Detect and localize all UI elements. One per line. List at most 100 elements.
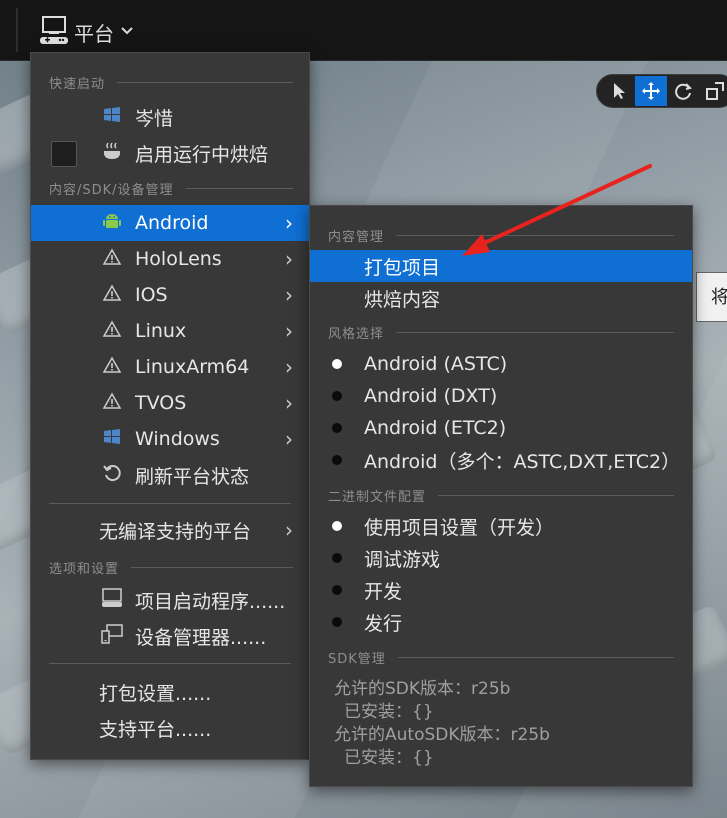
menu-item-hololens[interactable]: HoloLens › <box>31 241 309 277</box>
section-quick-launch: 快速启动 <box>49 73 293 92</box>
menu-item-label: LinuxArm64 <box>135 356 250 378</box>
rotate-icon[interactable] <box>667 76 699 106</box>
submenu-item-flavor-astc[interactable]: Android (ASTC) <box>310 348 692 380</box>
submenu-item-flavor-dxt[interactable]: Android (DXT) <box>310 380 692 412</box>
menu-item-label: TVOS <box>135 392 187 414</box>
cook-on-fly-checkbox[interactable] <box>51 141 77 167</box>
radio-unselected-icon <box>332 423 342 433</box>
menu-item-no-compile-platforms[interactable]: 无编译支持的平台 › <box>31 512 309 548</box>
submenu-item-config-shipping[interactable]: 发行 <box>310 606 692 638</box>
submenu-item-label: 打包项目 <box>364 256 441 279</box>
warning-icon <box>101 391 123 415</box>
section-options: 选项和设置 <box>49 558 293 577</box>
windows-icon <box>101 427 123 452</box>
menu-divider <box>49 503 291 504</box>
side-panel-label: 将 <box>711 287 727 308</box>
menu-item-windows[interactable]: Windows › <box>31 421 309 457</box>
radio-unselected-icon <box>332 391 342 401</box>
chevron-right-icon: › <box>285 319 293 343</box>
refresh-icon <box>101 463 123 488</box>
submenu-item-label: Android (DXT) <box>364 385 498 407</box>
allowed-sdk-text: 允许的SDK版本：r25b <box>334 679 511 699</box>
warning-icon <box>101 247 123 271</box>
chevron-right-icon: › <box>285 391 293 415</box>
steam-cup-icon <box>101 141 123 166</box>
menu-item-android[interactable]: Android › <box>31 205 309 241</box>
submenu-item-label: Android (ETC2) <box>364 417 507 439</box>
section-flavor: 风格选择 <box>328 323 674 342</box>
move-icon[interactable] <box>635 76 667 106</box>
menu-item-label: 设备管理器...... <box>135 626 267 649</box>
menu-item-label: 打包设置...... <box>99 682 212 705</box>
transform-toolbar <box>596 74 727 108</box>
submenu-item-label: 使用项目设置（开发） <box>364 516 555 539</box>
android-icon <box>101 211 123 236</box>
section-label: 内容管理 <box>328 230 385 245</box>
chevron-right-icon: › <box>285 355 293 379</box>
side-panel-button[interactable]: 将 <box>696 272 727 322</box>
radio-unselected-icon <box>332 553 342 563</box>
submenu-item-label: 调试游戏 <box>364 548 441 571</box>
section-label: 二进制文件配置 <box>328 490 427 505</box>
submenu-item-config-project[interactable]: 使用项目设置（开发） <box>310 510 692 542</box>
toolbar-separator <box>16 8 18 52</box>
radio-unselected-icon <box>332 585 342 595</box>
submenu-item-label: 烘焙内容 <box>364 288 441 311</box>
submenu-item-config-debug-game[interactable]: 调试游戏 <box>310 542 692 574</box>
menu-item-label: Linux <box>135 320 187 342</box>
menu-item-ios[interactable]: IOS › <box>31 277 309 313</box>
platforms-menu: 快速启动 岑惜 启用运行中烘焙 内容/SDK/设备管理 Android › Ho… <box>30 52 310 760</box>
section-sdk-management: SDK管理 <box>328 648 674 667</box>
windows-icon <box>101 105 123 130</box>
radio-selected-icon <box>332 359 342 369</box>
section-content-sdk: 内容/SDK/设备管理 <box>49 179 293 198</box>
gamepad-monitor-icon <box>40 15 68 50</box>
chevron-right-icon: › <box>285 427 293 451</box>
section-label: SDK管理 <box>328 652 386 667</box>
warning-icon <box>101 319 123 343</box>
radio-unselected-icon <box>332 617 342 627</box>
menu-item-linuxarm64[interactable]: LinuxArm64 › <box>31 349 309 385</box>
submenu-item-cook-content[interactable]: 烘焙内容 <box>310 282 692 314</box>
menu-item-label: 支持平台...... <box>99 718 212 741</box>
menu-item-tvos[interactable]: TVOS › <box>31 385 309 421</box>
section-label: 快速启动 <box>49 77 106 92</box>
submenu-item-label: Android（多个：ASTC,DXT,ETC2） <box>364 450 681 473</box>
allowed-autosdk-text: 允许的AutoSDK版本：r25b <box>334 725 550 745</box>
chevron-right-icon: › <box>285 211 293 235</box>
submenu-item-flavor-multi[interactable]: Android（多个：ASTC,DXT,ETC2） <box>310 444 692 476</box>
menu-item-label: 项目启动程序...... <box>135 590 286 613</box>
launcher-icon <box>101 587 123 613</box>
menu-item-packaging-settings[interactable]: 打包设置...... <box>31 674 309 710</box>
section-binary-config: 二进制文件配置 <box>328 486 674 505</box>
section-content-management: 内容管理 <box>328 226 674 245</box>
menu-divider <box>49 663 291 664</box>
menu-item-linux[interactable]: Linux › <box>31 313 309 349</box>
android-submenu: 内容管理 打包项目 烘焙内容 风格选择 Android (ASTC) Andro… <box>309 205 693 787</box>
menu-item-label: IOS <box>135 284 168 306</box>
menu-item-label: HoloLens <box>135 248 222 270</box>
menu-item-supported-platforms[interactable]: 支持平台...... <box>31 710 309 746</box>
menu-item-label: Android <box>135 212 209 234</box>
menu-item-refresh[interactable]: 刷新平台状态 <box>31 457 309 493</box>
radio-selected-icon <box>332 521 342 531</box>
warning-icon <box>101 283 123 307</box>
platforms-button[interactable]: 平台 <box>40 14 134 50</box>
menu-item-device-manager[interactable]: 设备管理器...... <box>31 618 309 654</box>
menu-item-project-launcher[interactable]: 项目启动程序...... <box>31 582 309 618</box>
submenu-item-flavor-etc2[interactable]: Android (ETC2) <box>310 412 692 444</box>
chevron-right-icon: › <box>285 283 293 307</box>
section-label: 风格选择 <box>328 327 385 342</box>
submenu-item-package-project[interactable]: 打包项目 <box>310 250 692 282</box>
menu-item-cook-on-fly[interactable]: 启用运行中烘焙 <box>31 135 309 171</box>
menu-item-cenxi[interactable]: 岑惜 <box>31 99 309 135</box>
submenu-item-config-development[interactable]: 开发 <box>310 574 692 606</box>
menu-item-label: 无编译支持的平台 <box>99 520 252 543</box>
scale-icon[interactable] <box>699 76 727 106</box>
select-arrow-icon[interactable] <box>603 76 635 106</box>
section-label: 内容/SDK/设备管理 <box>49 183 174 198</box>
platforms-label: 平台 <box>74 21 114 46</box>
chevron-right-icon: › <box>285 247 293 271</box>
chevron-right-icon: › <box>285 518 293 542</box>
warning-icon <box>101 355 123 379</box>
